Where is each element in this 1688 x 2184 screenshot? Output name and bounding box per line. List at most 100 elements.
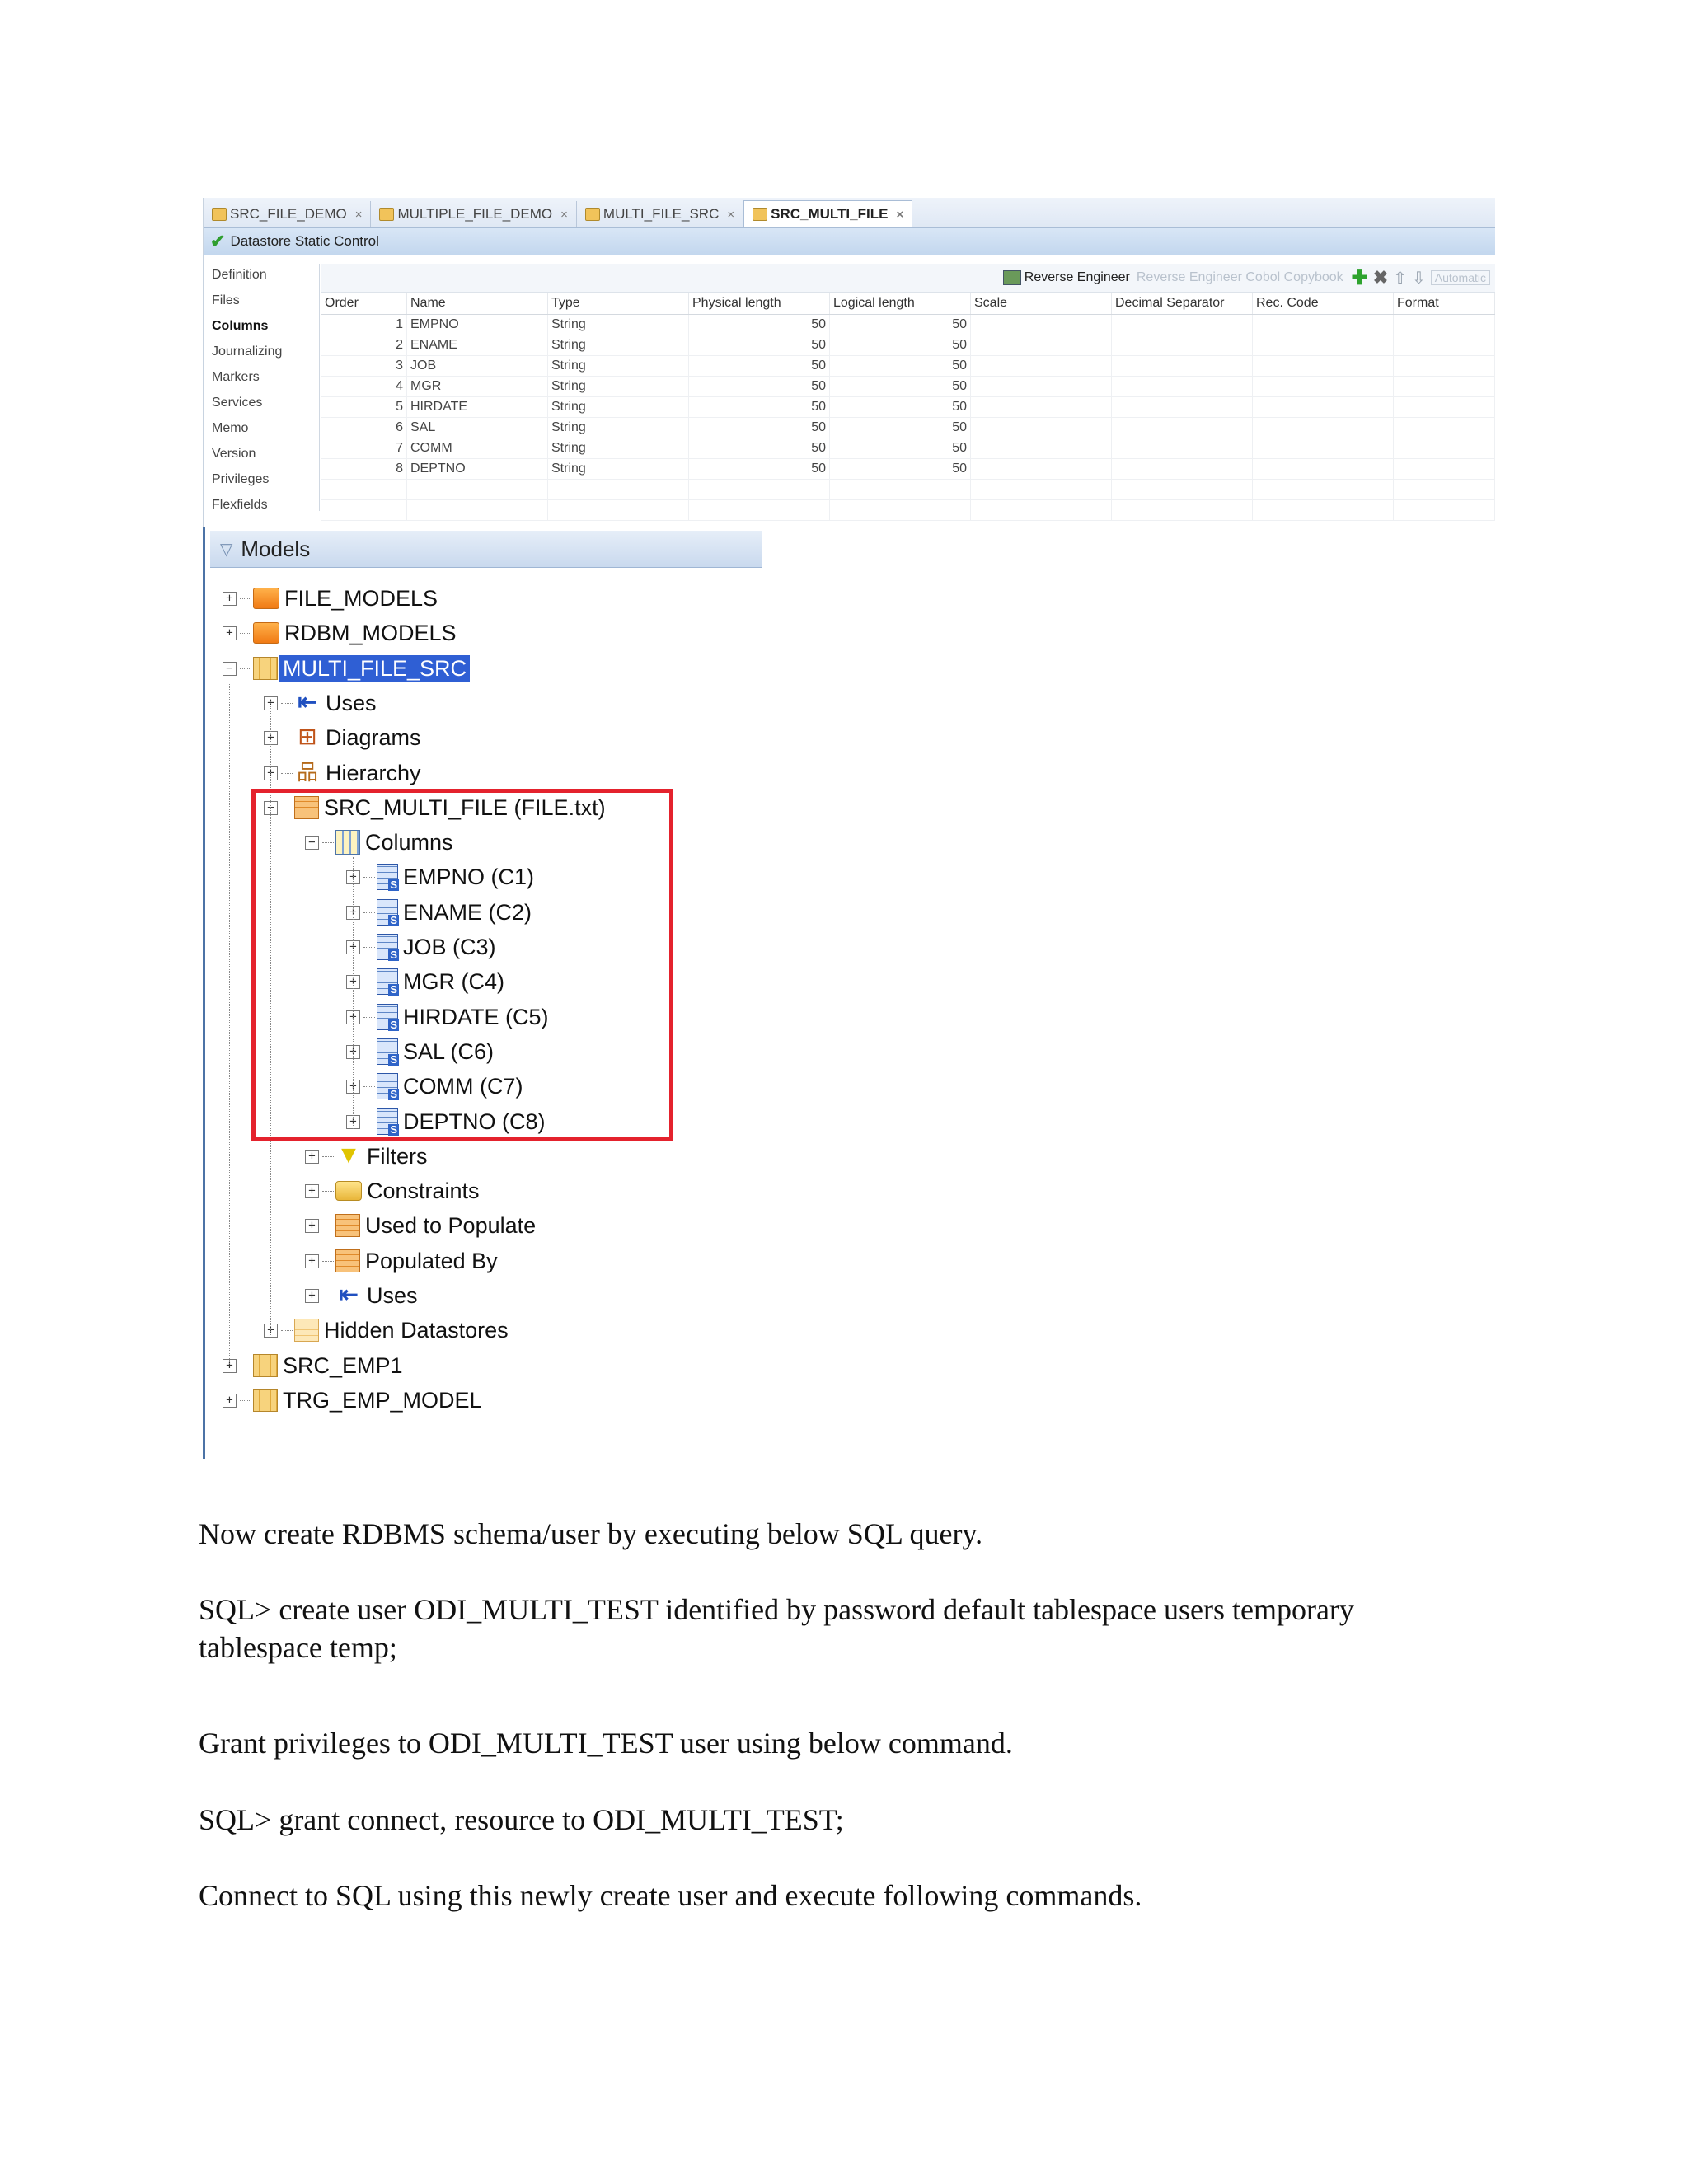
table-cell-name: HIRDATE: [406, 396, 548, 418]
table-row[interactable]: 8 DEPTNO String 50 50: [321, 458, 1495, 480]
table-cell-logical: 50: [829, 314, 971, 335]
close-icon[interactable]: ×: [355, 208, 363, 222]
table-cell-order: 7: [321, 438, 407, 459]
table-cell-physical: 50: [688, 355, 830, 377]
column-header[interactable]: Type: [547, 293, 689, 315]
table-cell-empty: [321, 479, 407, 500]
column-header[interactable]: Scale: [970, 293, 1112, 315]
expand-icon[interactable]: +: [223, 591, 237, 606]
table-cell-empty: [829, 479, 971, 500]
table-cell-physical: 50: [688, 438, 830, 459]
paragraph: Now create RDBMS schema/user by executin…: [199, 1517, 983, 1550]
side-menu-item-flexfields[interactable]: Flexfields: [212, 492, 319, 518]
table-cell-physical: 50: [688, 314, 830, 335]
tree-node[interactable]: + Populated By: [305, 1244, 501, 1277]
table-row[interactable]: 1 EMPNO String 50 50: [321, 314, 1495, 335]
column-header[interactable]: Order: [321, 293, 407, 315]
side-menu-item-definition[interactable]: Definition: [212, 262, 319, 288]
table-cell-empty: [1252, 479, 1394, 500]
table-cell-order: 8: [321, 458, 407, 480]
tree-node[interactable]: + ▼ Filters: [305, 1140, 431, 1173]
close-icon[interactable]: ×: [560, 208, 568, 222]
automatic-button[interactable]: Automatic: [1430, 270, 1490, 285]
move-down-icon[interactable]: ⇩: [1412, 268, 1426, 288]
tree-node[interactable]: + Used to Populate: [305, 1209, 539, 1242]
side-menu-item-columns[interactable]: Columns: [212, 313, 319, 339]
table-cell-physical: 50: [688, 396, 830, 418]
folder-icon: [253, 622, 279, 644]
side-menu-item-version[interactable]: Version: [212, 441, 319, 466]
tree-node[interactable]: + 品 Hierarchy: [264, 757, 424, 790]
reverse-engineer-icon: [1002, 270, 1021, 285]
side-menu-item-memo[interactable]: Memo: [212, 415, 319, 441]
table-cell-order: 3: [321, 355, 407, 377]
column-header[interactable]: Name: [406, 293, 548, 315]
expand-icon[interactable]: +: [223, 1393, 237, 1408]
tab-src-multi-file[interactable]: SRC_MULTI_FILE ×: [743, 200, 913, 227]
table-row[interactable]: 5 HIRDATE String 50 50: [321, 396, 1495, 418]
table-cell-empty: [1111, 479, 1253, 500]
tab-multi-file-src[interactable]: MULTI_FILE_SRC ×: [577, 201, 744, 227]
tree-connector: [322, 1260, 334, 1262]
tree-node-label: Used to Populate: [365, 1212, 537, 1238]
table-cell-empty: [547, 499, 689, 521]
side-menu-item-files[interactable]: Files: [212, 288, 319, 313]
status-bar: ✔ Datastore Static Control: [204, 228, 1495, 255]
reverse-engineer-cobol-button[interactable]: Reverse Engineer Cobol Copybook: [1137, 270, 1343, 285]
sql-command: SQL> create user ODI_MULTI_TEST identifi…: [199, 1593, 1354, 1664]
columns-toolbar: Reverse Engineer Reverse Engineer Cobol …: [321, 264, 1495, 293]
tab-src-file-demo[interactable]: SRC_FILE_DEMO ×: [204, 201, 372, 227]
tree-node[interactable]: + TRG_EMP_MODEL: [223, 1384, 485, 1417]
tree-node-label: FILE_MODELS: [284, 585, 438, 611]
table-cell-empty: [1393, 396, 1495, 418]
side-menu-item-journalizing[interactable]: Journalizing: [212, 339, 319, 364]
datastore-icon: [753, 208, 768, 221]
table-row[interactable]: 3 JOB String 50 50: [321, 355, 1495, 377]
delete-icon[interactable]: ✖: [1373, 267, 1388, 288]
side-menu-item-privileges[interactable]: Privileges: [212, 466, 319, 492]
tree-node[interactable]: + Constraints: [305, 1174, 483, 1207]
tree-connector: [240, 632, 251, 634]
table-cell-type: String: [547, 396, 689, 418]
table-row[interactable]: 6 SAL String 50 50: [321, 417, 1495, 438]
tree-node[interactable]: + RDBM_MODELS: [223, 616, 460, 649]
tree-node[interactable]: + SRC_EMP1: [223, 1349, 406, 1382]
table-cell-empty: [970, 479, 1112, 500]
tree-node[interactable]: + ⇤ Uses: [305, 1279, 421, 1312]
table-cell-empty: [970, 438, 1112, 459]
tree-node[interactable]: + Hidden Datastores: [264, 1314, 512, 1347]
tab-multiple-file-demo[interactable]: MULTIPLE_FILE_DEMO ×: [371, 201, 577, 227]
collapse-icon[interactable]: −: [223, 661, 237, 676]
collapse-triangle-icon[interactable]: ▽: [220, 539, 232, 560]
table-cell-empty: [1111, 335, 1253, 356]
tree-node[interactable]: − MULTI_FILE_SRC: [223, 652, 471, 685]
move-up-icon[interactable]: ⇧: [1393, 268, 1407, 288]
column-header[interactable]: Physical length: [688, 293, 830, 315]
columns-grid-area: Reverse Engineer Reverse Engineer Cobol …: [321, 264, 1495, 521]
close-icon[interactable]: ×: [727, 208, 734, 222]
datastore-icon: [379, 208, 395, 221]
table-row[interactable]: 2 ENAME String 50 50: [321, 335, 1495, 356]
column-header[interactable]: Rec. Code: [1252, 293, 1394, 315]
tree-node[interactable]: + ⇤ Uses: [264, 687, 380, 719]
side-menu-item-services[interactable]: Services: [212, 390, 319, 415]
add-icon[interactable]: ✚: [1352, 266, 1368, 290]
tree-node[interactable]: + ⊞ Diagrams: [264, 721, 424, 754]
tree-node[interactable]: + FILE_MODELS: [223, 582, 441, 615]
reverse-engineer-button[interactable]: Reverse Engineer: [1002, 270, 1130, 285]
column-header[interactable]: Decimal Separator: [1111, 293, 1253, 315]
table-row[interactable]: 4 MGR String 50 50: [321, 376, 1495, 397]
table-row[interactable]: 7 COMM String 50 50: [321, 438, 1495, 459]
side-menu-item-markers[interactable]: Markers: [212, 364, 319, 390]
table-cell-name: ENAME: [406, 335, 548, 356]
tree-node-label: RDBM_MODELS: [284, 620, 457, 645]
table-cell-type: String: [547, 335, 689, 356]
expand-icon[interactable]: +: [223, 626, 237, 640]
column-header[interactable]: Format: [1393, 293, 1495, 315]
table-cell-logical: 50: [829, 376, 971, 397]
diagram-icon: ⊞: [298, 724, 317, 749]
close-icon[interactable]: ×: [896, 208, 903, 222]
models-accordion-header[interactable]: ▽ Models: [210, 531, 762, 568]
column-header[interactable]: Logical length: [829, 293, 971, 315]
table-cell-physical: 50: [688, 376, 830, 397]
